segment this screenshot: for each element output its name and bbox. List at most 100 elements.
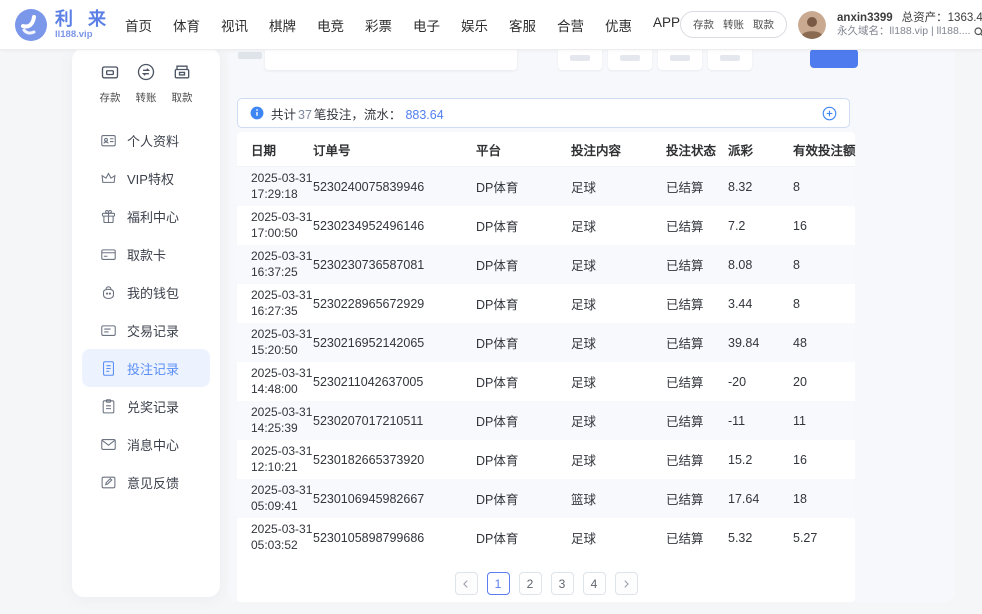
expand-icon[interactable]: [822, 106, 837, 121]
quick-action-label: 存款: [92, 90, 128, 105]
sidebar: 存款 转账 取款 个人资料 VIP特权: [72, 48, 220, 597]
transaction-list-icon: [100, 322, 117, 339]
bank-card-icon: [100, 246, 117, 263]
column-header: 投注内容: [571, 140, 666, 159]
id-card-icon: [100, 132, 117, 149]
cell-valid-bet: 5.27: [793, 531, 841, 545]
sidebar-item-label: 福利中心: [127, 207, 179, 226]
cell-bet-status: 已结算: [666, 489, 728, 508]
table-row[interactable]: 2025-03-3112:10:21 5230182665373920 DP体育…: [237, 440, 855, 479]
wallet-pill-item[interactable]: 取款: [753, 17, 774, 32]
logo-title: 利 来: [55, 10, 111, 28]
quick-action-label: 转账: [128, 90, 164, 105]
cell-valid-bet: 48: [793, 336, 841, 350]
sidebar-quick-actions: 存款 转账 取款: [72, 62, 220, 105]
site-logo[interactable]: 利 来 ll188.vip: [14, 8, 111, 42]
quick-action-deposit[interactable]: 存款: [92, 62, 128, 105]
table-row[interactable]: 2025-03-3105:09:41 5230106945982667 DP体育…: [237, 479, 855, 518]
sidebar-item-label: 意见反馈: [127, 473, 179, 492]
sidebar-item-label: 交易记录: [127, 321, 179, 340]
cell-platform: DP体育: [476, 333, 571, 352]
logo-domain: ll188.vip: [55, 30, 111, 40]
quick-action-withdraw[interactable]: 取款: [164, 62, 200, 105]
cell-platform: DP体育: [476, 489, 571, 508]
quick-action-transfer[interactable]: 转账: [128, 62, 164, 105]
nav-item[interactable]: 首页: [125, 12, 152, 38]
table-row[interactable]: 2025-03-3116:37:25 5230230736587081 DP体育…: [237, 245, 855, 284]
sidebar-item-redeem-records[interactable]: 兑奖记录: [72, 387, 220, 425]
sidebar-item-welfare[interactable]: 福利中心: [72, 197, 220, 235]
nav-item[interactable]: 视讯: [221, 12, 248, 38]
table-row[interactable]: 2025-03-3117:00:50 5230234952496146 DP体育…: [237, 206, 855, 245]
main-content: 共计37笔投注，流水：883.64 日期订单号平台投注内容投注状态派彩有效投注额…: [228, 36, 955, 602]
cell-bet-status: 已结算: [666, 177, 728, 196]
avatar[interactable]: [798, 11, 826, 39]
nav-item[interactable]: 电竞: [317, 12, 344, 38]
sidebar-item-profile[interactable]: 个人资料: [72, 121, 220, 159]
cell-bet-status: 已结算: [666, 372, 728, 391]
next-page-button[interactable]: [615, 572, 638, 595]
cell-date: 2025-03-3112:10:21: [251, 444, 313, 475]
sidebar-item-messages[interactable]: 消息中心: [72, 425, 220, 463]
cell-date: 2025-03-3116:27:35: [251, 288, 313, 319]
page-button[interactable]: 4: [583, 572, 606, 595]
cell-platform: DP体育: [476, 216, 571, 235]
table-row[interactable]: 2025-03-3114:48:00 5230211042637005 DP体育…: [237, 362, 855, 401]
nav-item[interactable]: 合营: [557, 12, 584, 38]
nav-item[interactable]: 棋牌: [269, 12, 296, 38]
nav-item[interactable]: 体育: [173, 12, 200, 38]
page: 利 来 ll188.vip 首页体育视讯棋牌电竞彩票电子娱乐客服合营优惠APP …: [0, 0, 982, 614]
table-row[interactable]: 2025-03-3117:29:18 5230240075839946 DP体育…: [237, 167, 855, 206]
feedback-icon: [100, 474, 117, 491]
page-button[interactable]: 2: [519, 572, 542, 595]
assets: 总资产：1363.49元: [902, 11, 982, 25]
cell-payout: -20: [728, 375, 793, 389]
sidebar-item-withdraw-card[interactable]: 取款卡: [72, 235, 220, 273]
summary-bar: 共计37笔投注，流水：883.64: [237, 98, 850, 128]
wallet-pill: 存款转账取款: [680, 11, 787, 38]
filter-search-button[interactable]: [810, 49, 858, 68]
cell-valid-bet: 16: [793, 219, 841, 233]
column-header: 有效投注额: [793, 140, 856, 159]
pagination: 1234: [237, 572, 855, 595]
sidebar-item-label: 消息中心: [127, 435, 179, 454]
table-row[interactable]: 2025-03-3116:27:35 5230228965672929 DP体育…: [237, 284, 855, 323]
cell-date: 2025-03-3115:20:50: [251, 327, 313, 358]
nav-item[interactable]: 客服: [509, 12, 536, 38]
nav-item[interactable]: 电子: [413, 12, 440, 38]
search-icon[interactable]: [973, 26, 982, 38]
sidebar-item-label: 兑奖记录: [127, 397, 179, 416]
nav-item[interactable]: APP: [653, 12, 680, 38]
prev-page-button[interactable]: [455, 572, 478, 595]
page-button[interactable]: 3: [551, 572, 574, 595]
username: anxin3399: [837, 11, 893, 25]
table-row[interactable]: 2025-03-3115:20:50 5230216952142065 DP体育…: [237, 323, 855, 362]
cell-bet-status: 已结算: [666, 294, 728, 313]
nav-item[interactable]: 优惠: [605, 12, 632, 38]
turnover-value: 883.64: [405, 108, 443, 122]
cell-bet-status: 已结算: [666, 333, 728, 352]
wallet-pill-item[interactable]: 转账: [723, 17, 744, 32]
table-row[interactable]: 2025-03-3105:03:52 5230105898799686 DP体育…: [237, 518, 855, 557]
clipboard-icon: [100, 398, 117, 415]
sidebar-item-wallet[interactable]: 我的钱包: [72, 273, 220, 311]
cell-bet-content: 足球: [571, 177, 666, 196]
nav-item[interactable]: 彩票: [365, 12, 392, 38]
sidebar-item-bet-records[interactable]: 投注记录: [82, 349, 210, 387]
page-button[interactable]: 1: [487, 572, 510, 595]
sidebar-item-label: VIP特权: [127, 169, 174, 188]
wallet-pill-item[interactable]: 存款: [693, 17, 714, 32]
sidebar-item-feedback[interactable]: 意见反馈: [72, 463, 220, 501]
nav-item[interactable]: 娱乐: [461, 12, 488, 38]
cell-date: 2025-03-3114:48:00: [251, 366, 313, 397]
cell-payout: 3.44: [728, 297, 793, 311]
cell-order-number: 5230207017210511: [313, 414, 476, 428]
transfer-icon: [136, 69, 156, 86]
cell-payout: 8.08: [728, 258, 793, 272]
sidebar-item-vip[interactable]: VIP特权: [72, 159, 220, 197]
table-row[interactable]: 2025-03-3114:25:39 5230207017210511 DP体育…: [237, 401, 855, 440]
gift-icon: [100, 208, 117, 225]
sidebar-item-transactions[interactable]: 交易记录: [72, 311, 220, 349]
column-header: 派彩: [728, 140, 793, 159]
cell-platform: DP体育: [476, 177, 571, 196]
